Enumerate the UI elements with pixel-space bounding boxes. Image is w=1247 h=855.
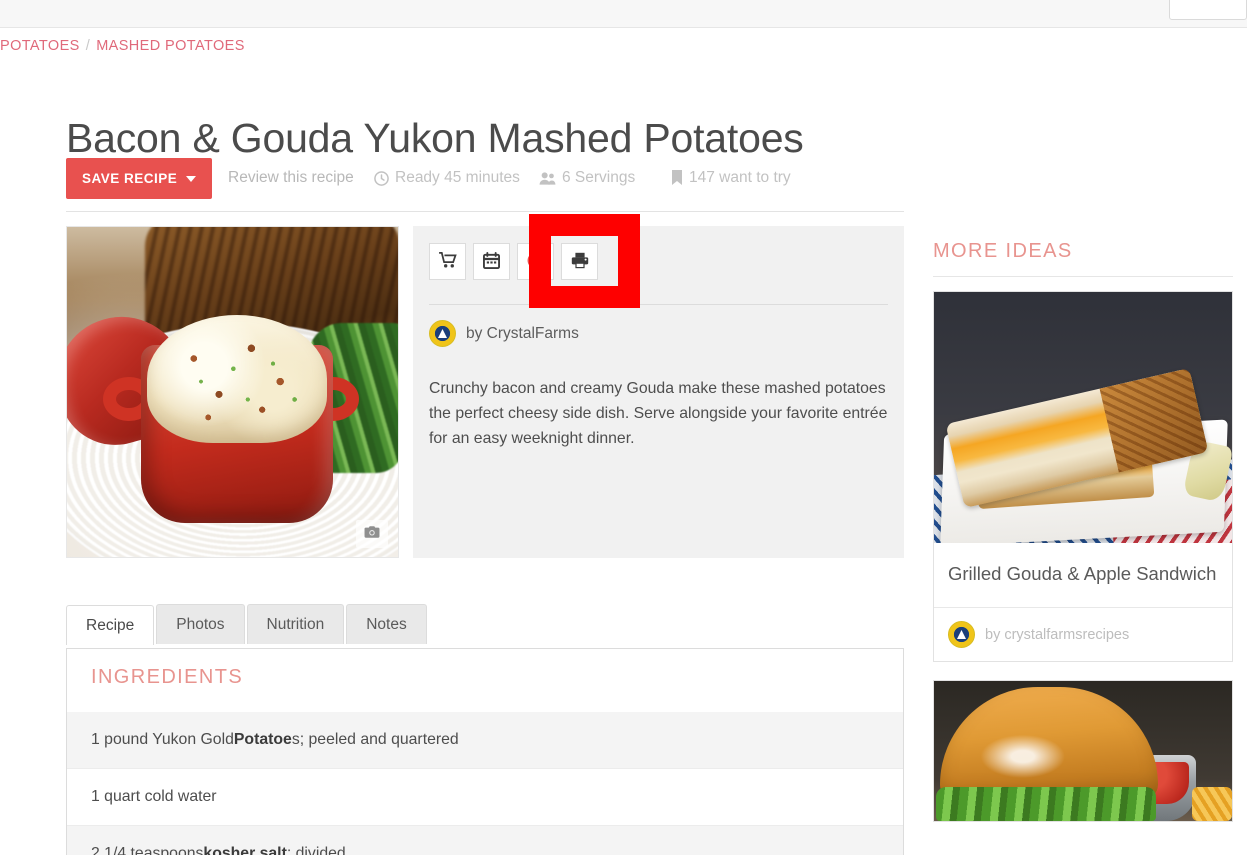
recipe-tool-row (429, 243, 598, 280)
burger-photo[interactable] (934, 681, 1232, 821)
servings-meta: 6 Servings (539, 169, 635, 187)
review-this-recipe-link[interactable]: Review this recipe (228, 169, 354, 187)
recipe-hero-image[interactable] (66, 226, 399, 558)
servings-label: 6 Servings (562, 169, 636, 186)
clock-icon (374, 170, 389, 186)
idea-card-title[interactable]: Grilled Gouda & Apple Sandwich (934, 543, 1232, 608)
ready-time-meta: Ready 45 minutes (374, 169, 520, 187)
breadcrumb-separator: / (85, 38, 91, 54)
breadcrumb-item-potatoes[interactable]: POTATOES (0, 38, 80, 54)
breadcrumb-item-mashed-potatoes[interactable]: MASHED POTATOES (96, 38, 245, 54)
top-bar (0, 0, 1247, 28)
action-bar: SAVE RECIPE Review this recipe Ready 45 … (66, 158, 904, 212)
list-item: 1 pound Yukon Gold Potatoe s; peeled and … (67, 712, 903, 769)
recipe-tab-content: INGREDIENTS 1 pound Yukon Gold Potatoe s;… (66, 648, 904, 855)
ingredients-heading: INGREDIENTS (91, 666, 244, 688)
recipe-description: Crunchy bacon and creamy Gouda make thes… (429, 379, 888, 447)
more-ideas-sidebar: MORE IDEAS Grilled Gouda & Apple Sandwic… (933, 240, 1233, 822)
users-icon (539, 171, 556, 186)
printer-icon (571, 252, 589, 272)
ingredient-text-post: s; peeled and quartered (291, 731, 459, 748)
avatar (948, 621, 975, 648)
save-recipe-label: SAVE RECIPE (82, 171, 178, 186)
recipe-tabs: Recipe Photos Nutrition Notes (66, 604, 429, 645)
photo-gallery-button[interactable] (356, 520, 388, 548)
grilled-cheese-photo[interactable] (934, 292, 1232, 543)
hidden-tool-button[interactable] (517, 243, 554, 280)
breadcrumb: POTATOES / MASHED POTATOES (0, 38, 245, 54)
idea-card-author[interactable]: by crystalfarmsrecipes (934, 608, 1232, 661)
sidebar-heading: MORE IDEAS (933, 240, 1233, 277)
recipe-author[interactable]: by CrystalFarms (429, 320, 579, 347)
add-to-meal-plan-button[interactable] (473, 243, 510, 280)
page-title: Bacon & Gouda Yukon Mashed Potatoes (66, 115, 804, 162)
tab-recipe[interactable]: Recipe (66, 605, 155, 645)
mashed-potatoes-photo (67, 227, 398, 557)
panel-divider (429, 304, 888, 305)
idea-card[interactable] (933, 680, 1233, 822)
ingredients-list: 1 pound Yukon Gold Potatoe s; peeled and … (67, 712, 903, 855)
want-to-try-label: 147 want to try (689, 169, 791, 186)
tab-nutrition[interactable]: Nutrition (246, 604, 345, 644)
author-name: by CrystalFarms (466, 324, 579, 342)
camera-icon (364, 525, 380, 544)
tab-photos[interactable]: Photos (156, 604, 245, 644)
bookmark-icon (671, 170, 683, 186)
idea-card-author-label: by crystalfarmsrecipes (985, 626, 1130, 643)
ingredient-text-bold: kosher salt (203, 845, 287, 855)
list-item: 2 1/4 teaspoons kosher salt; divided (67, 826, 903, 855)
calendar-icon (483, 251, 500, 272)
tab-notes[interactable]: Notes (346, 604, 427, 644)
want-to-try-meta: 147 want to try (671, 169, 791, 187)
ingredient-text-post: ; divided (286, 845, 346, 855)
ingredient-text-pre: 2 1/4 teaspoons (91, 845, 204, 855)
ingredient-text-pre: 1 pound Yukon Gold (91, 731, 234, 748)
list-item: 1 quart cold water (67, 769, 903, 826)
ready-time-label: Ready 45 minutes (395, 169, 520, 186)
shopping-cart-icon (438, 252, 457, 271)
ingredient-text-bold: Potatoe (233, 731, 292, 748)
obscured-icon (527, 252, 544, 272)
chevron-down-icon (186, 175, 197, 182)
avatar (429, 320, 456, 347)
idea-card[interactable]: Grilled Gouda & Apple Sandwich by crysta… (933, 291, 1233, 662)
search-input[interactable] (1169, 0, 1247, 20)
add-to-shopping-list-button[interactable] (429, 243, 466, 280)
ingredient-text-pre: 1 quart cold water (91, 788, 217, 805)
save-recipe-button[interactable]: SAVE RECIPE (66, 158, 213, 199)
recipe-info-panel: by CrystalFarms Crunchy bacon and creamy… (413, 226, 904, 558)
print-recipe-button[interactable] (561, 243, 598, 280)
